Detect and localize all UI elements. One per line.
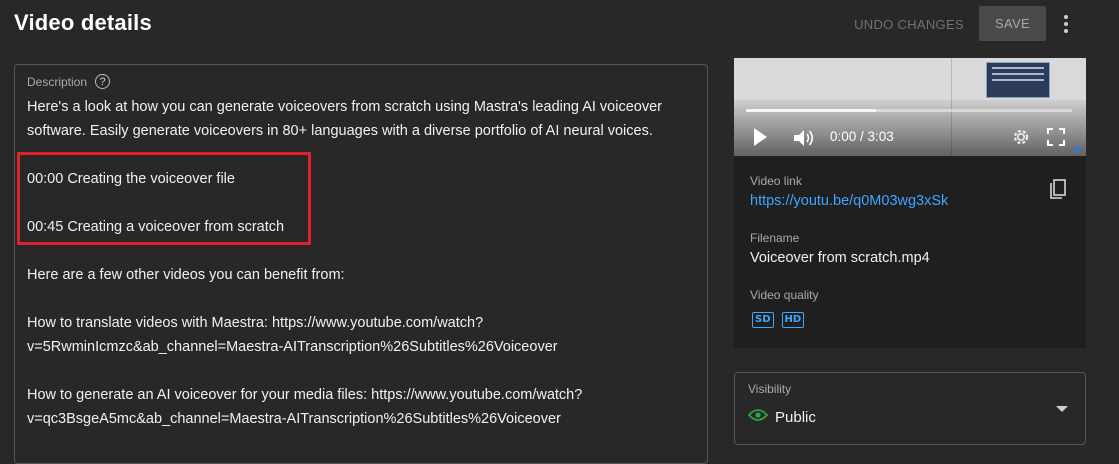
timestamps-highlight <box>17 152 311 245</box>
quality-badges: SD HD <box>752 312 805 328</box>
sd-badge: SD <box>752 312 774 328</box>
description-label-row: Description ? <box>27 74 111 89</box>
description-line: How to translate videos with Maestra: ht… <box>27 315 484 331</box>
page-title: Video details <box>14 10 152 35</box>
video-player[interactable]: 0:00 / 3:03 <box>734 58 1086 156</box>
description-line: software. Easily generate voiceovers in … <box>27 123 653 139</box>
hd-badge: HD <box>781 312 805 328</box>
description-line: v=5RwminIcmzc&ab_channel=Maestra-AITrans… <box>27 339 558 355</box>
description-blank-line <box>27 287 707 311</box>
description-line: Here are a few other videos you can bene… <box>27 267 345 283</box>
fullscreen-icon[interactable] <box>1047 128 1065 146</box>
description-text[interactable]: Here's a look at how you can generate vo… <box>27 95 707 431</box>
more-vert-icon[interactable] <box>1054 10 1078 38</box>
description-blank-line <box>27 359 707 383</box>
time-display: 0:00 / 3:03 <box>830 129 894 144</box>
filename-value: Voiceover from scratch.mp4 <box>750 250 930 266</box>
visibility-label: Visibility <box>748 382 792 396</box>
status-dot <box>1074 146 1081 153</box>
video-link[interactable]: https://youtu.be/q0M03wg3xSk <box>750 193 948 209</box>
video-link-label: Video link <box>750 174 802 188</box>
volume-icon[interactable] <box>792 128 816 148</box>
description-label: Description <box>27 74 88 89</box>
gear-icon[interactable] <box>1011 127 1031 147</box>
caret-down-icon[interactable] <box>1056 406 1068 412</box>
description-line: Here's a look at how you can generate vo… <box>27 99 662 115</box>
video-quality-label: Video quality <box>750 288 819 302</box>
undo-changes-button[interactable]: UNDO CHANGES <box>843 7 975 41</box>
description-line: How to generate an AI voiceover for your… <box>27 387 583 403</box>
save-button[interactable]: SAVE <box>979 6 1046 41</box>
thumbnail-panel <box>986 62 1050 98</box>
copy-icon[interactable] <box>1048 179 1068 201</box>
eye-icon <box>748 409 768 421</box>
description-field[interactable]: Description ? Here's a look at how you c… <box>14 64 708 464</box>
play-icon[interactable] <box>754 128 767 146</box>
visibility-value: Public <box>775 409 816 426</box>
description-line: v=qc3BsgeA5mc&ab_channel=Maestra-AITrans… <box>27 411 561 427</box>
progress-fill <box>746 109 877 112</box>
help-circle-icon[interactable]: ? <box>95 74 111 89</box>
filename-label: Filename <box>750 231 800 245</box>
visibility-dropdown[interactable]: Visibility Public <box>734 372 1086 445</box>
video-card: 0:00 / 3:03 Video link https://youtu.be/… <box>734 58 1086 348</box>
